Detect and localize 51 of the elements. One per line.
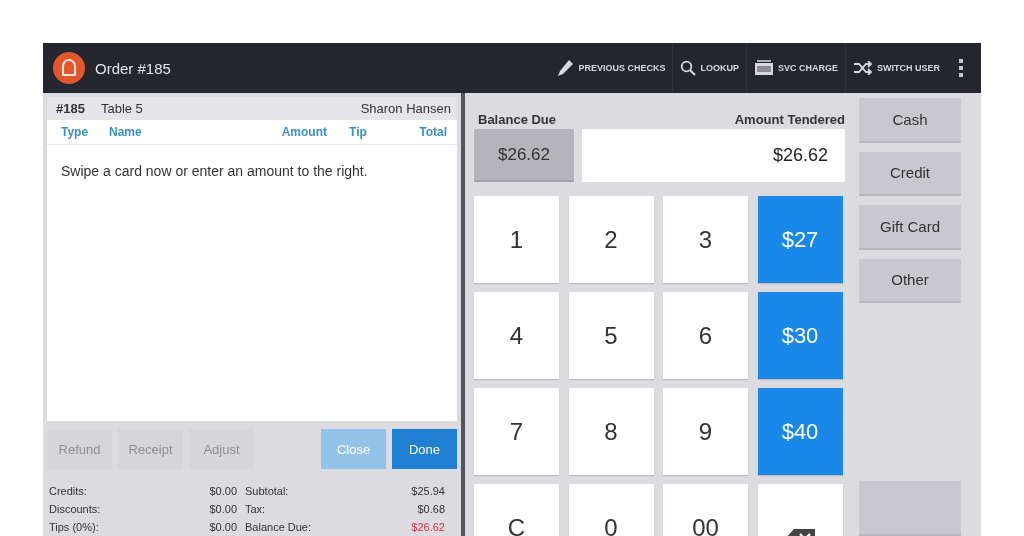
keypad-key[interactable]: 0 — [568, 484, 654, 536]
toolbar-button[interactable]: PREVIOUS CHECKS — [549, 43, 673, 93]
column-header: Total — [418, 124, 447, 139]
summary-label: Credits: — [49, 484, 88, 499]
keypad-key[interactable]: 5 — [568, 292, 654, 379]
keypad-key[interactable]: 7 — [474, 388, 559, 475]
summary-label: Subtotal: — [245, 484, 290, 499]
column-header: Type — [61, 124, 90, 139]
balance-due-amount: $26.62 — [474, 129, 574, 182]
payment-button[interactable]: Cash — [859, 98, 961, 143]
quick-amount-key[interactable]: $27 — [757, 196, 843, 283]
summary-value: $0.68 — [416, 502, 445, 517]
summary-label: Tax: — [245, 502, 267, 517]
keypad-key[interactable]: 1 — [474, 196, 559, 283]
server-name: Sharon Hansen — [360, 100, 451, 116]
column-header: Amount — [280, 124, 327, 139]
column-header: Name — [109, 124, 143, 139]
pencil-icon — [556, 59, 575, 77]
payment-button[interactable]: Gift Card — [859, 205, 961, 250]
summary-value: $26.62 — [410, 520, 445, 535]
order-title: Order #185 — [95, 59, 172, 77]
shuffle-icon — [853, 61, 873, 75]
summary-value: $0.00 — [208, 502, 237, 517]
keypad-key[interactable]: 8 — [568, 388, 654, 475]
payment-button[interactable]: Credit — [859, 151, 961, 196]
action-button[interactable]: Done — [392, 429, 457, 469]
summary-label: Tips (0%): — [49, 520, 100, 535]
check-number: #185 — [56, 100, 85, 116]
search-icon — [680, 60, 697, 76]
keypad-key[interactable]: 4 — [474, 292, 559, 379]
keypad-key[interactable]: 6 — [663, 292, 748, 379]
summary-value: $0.00 — [208, 484, 237, 499]
keypad-key[interactable]: C — [474, 484, 559, 536]
table-label: Table 5 — [100, 100, 144, 116]
keypad-key[interactable]: 3 — [663, 196, 748, 283]
summary-value: $25.94 — [410, 484, 445, 499]
keypad-key[interactable]: 00 — [663, 484, 748, 536]
logo-icon — [53, 52, 85, 84]
column-header: Tip — [348, 124, 368, 139]
summary-label: Discounts: — [49, 502, 102, 517]
summary-label: Balance Due: — [245, 520, 313, 535]
instruction-text: Swipe a card now or enter an amount to the right. — [61, 162, 368, 179]
card-icon — [754, 60, 774, 76]
amount-tendered-field[interactable]: $26.62 — [582, 129, 845, 182]
payment-button[interactable]: Other — [859, 258, 961, 303]
keypad-key[interactable]: 9 — [663, 388, 748, 475]
summary-value: $0.00 — [208, 520, 237, 535]
quick-amount-key[interactable]: $30 — [757, 292, 843, 379]
keypad-key[interactable]: 2 — [568, 196, 654, 283]
quick-amount-key[interactable]: $40 — [757, 388, 843, 475]
more-menu-icon[interactable] — [959, 59, 963, 77]
